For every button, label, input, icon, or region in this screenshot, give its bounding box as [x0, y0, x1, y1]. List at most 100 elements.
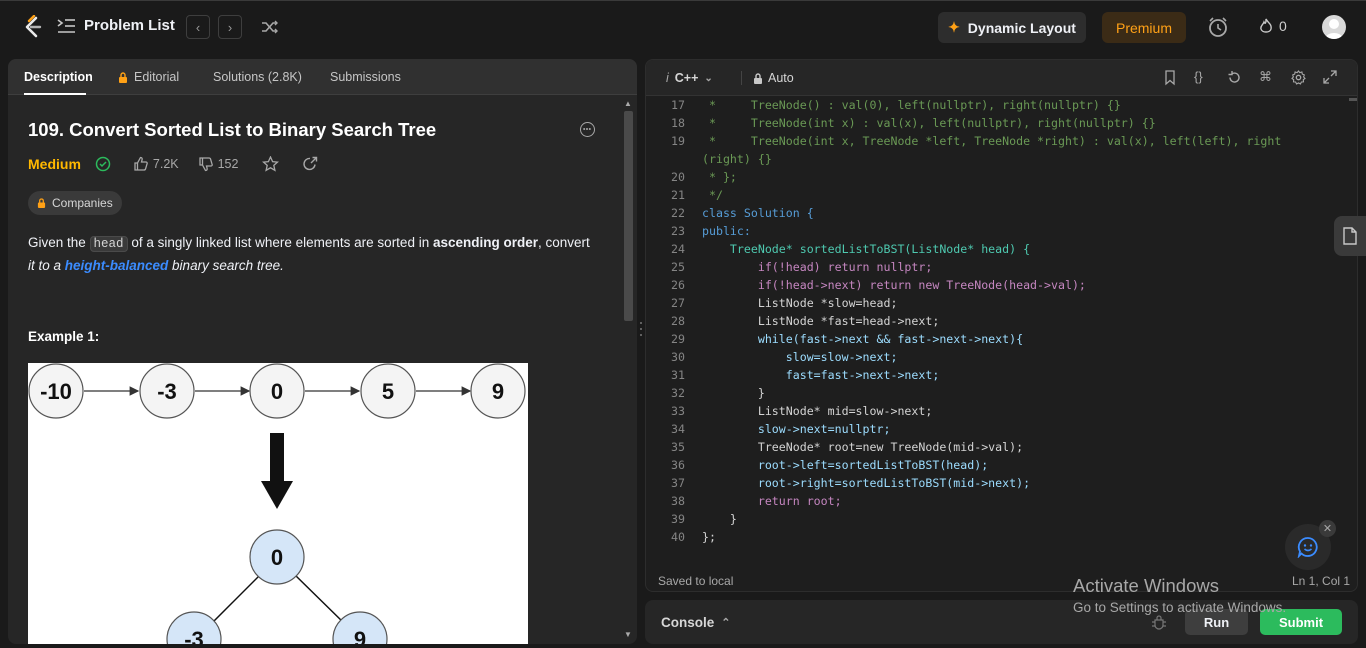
- tab-solutions[interactable]: Solutions (2.8K): [213, 70, 302, 84]
- tab-description[interactable]: Description: [24, 70, 93, 84]
- editor-scrollbar[interactable]: [1348, 96, 1357, 556]
- description-content: 109. Convert Sorted List to Binary Searc…: [8, 95, 620, 644]
- lock-icon: [37, 198, 46, 208]
- reset-icon[interactable]: [1227, 70, 1242, 85]
- line-text: ListNode *slow=head;: [702, 296, 898, 310]
- line-number: 34: [671, 422, 685, 436]
- leetcode-logo-icon[interactable]: [22, 15, 44, 39]
- line-text: class Solution {: [702, 206, 814, 220]
- language-label: C++: [674, 71, 699, 85]
- desc-text: , convert: [538, 235, 590, 250]
- notes-side-button[interactable]: [1334, 216, 1366, 256]
- solved-check-icon: [95, 156, 111, 172]
- code-line: 23 public:: [646, 222, 1346, 240]
- lock-icon: [119, 71, 127, 83]
- description-panel: Description Editorial Solutions (2.8K) S…: [8, 59, 637, 644]
- avatar[interactable]: [1322, 15, 1346, 39]
- editor-toolbar: i C++ ⌄ Auto {} ⌘: [646, 60, 1357, 96]
- prev-problem-button[interactable]: ‹: [186, 15, 210, 39]
- example-diagram: -10 -3 0 5 9 0 -3 9: [28, 363, 528, 644]
- tab-editorial-label: Editorial: [134, 70, 180, 84]
- code-line: 31 fast=fast->next->next;: [646, 366, 1346, 384]
- line-text: */: [702, 188, 723, 202]
- code-line: 18 * TreeNode(int x) : val(x), left(null…: [646, 114, 1346, 132]
- console-toggle[interactable]: Console ⌃: [661, 615, 730, 630]
- scroll-up-icon[interactable]: ▲: [624, 99, 632, 108]
- debug-icon[interactable]: [1151, 614, 1167, 630]
- description-scrollbar[interactable]: ▲ ▼: [622, 99, 635, 642]
- share-icon[interactable]: [302, 156, 318, 172]
- code-line: 29 while(fast->next && fast->next->next)…: [646, 330, 1346, 348]
- problem-list-link[interactable]: Problem List: [56, 17, 175, 34]
- code-area[interactable]: 17 * TreeNode() : val(0), left(nullptr),…: [646, 96, 1357, 556]
- line-text: fast=fast->next->next;: [702, 368, 940, 382]
- tree-node: -3: [166, 611, 222, 644]
- tab-submissions[interactable]: Submissions: [330, 70, 401, 84]
- chevron-right-icon: ›: [227, 19, 233, 35]
- code-line: 30 slow=slow->next;: [646, 348, 1346, 366]
- console-label: Console: [661, 615, 715, 630]
- list-node-value: 9: [492, 379, 504, 404]
- panel-resize-handle[interactable]: [638, 320, 644, 338]
- code-line: 34 slow->next=nullptr;: [646, 420, 1346, 438]
- expand-icon[interactable]: [1323, 70, 1337, 84]
- line-text: root->right=sortedListToBST(mid->next);: [702, 476, 1031, 490]
- inline-code: head: [89, 236, 128, 252]
- code-line: 17 * TreeNode() : val(0), left(nullptr),…: [646, 96, 1346, 114]
- chevron-left-icon: ‹: [195, 19, 201, 35]
- line-text: * TreeNode(int x) : val(x), left(nullptr…: [702, 116, 1156, 130]
- difficulty-badge: Medium: [28, 156, 81, 172]
- dislike-button[interactable]: 152: [198, 156, 238, 172]
- code-line: 33 ListNode* mid=slow->next;: [646, 402, 1346, 420]
- scrollbar-thumb[interactable]: [1349, 98, 1357, 101]
- line-text: TreeNode* root=new TreeNode(mid->val);: [702, 440, 1024, 454]
- example-heading: Example 1:: [28, 329, 100, 344]
- alarm-clock-icon[interactable]: [1207, 16, 1229, 38]
- line-number: 22: [671, 206, 685, 220]
- list-icon: [57, 18, 75, 33]
- companies-tag[interactable]: Companies: [28, 191, 122, 215]
- description-tabs: Description Editorial Solutions (2.8K) S…: [8, 59, 637, 95]
- companies-label: Companies: [52, 196, 113, 210]
- tab-editorial[interactable]: Editorial: [118, 70, 179, 84]
- streak-counter[interactable]: 0: [1259, 18, 1287, 34]
- list-node: 9: [470, 363, 526, 419]
- line-number: 17: [671, 98, 685, 112]
- shuffle-icon[interactable]: [261, 19, 279, 35]
- line-number: 19: [671, 134, 685, 148]
- thumbs-up-icon: [134, 156, 148, 171]
- line-text: (right) {}: [702, 152, 772, 166]
- auto-mode-toggle[interactable]: Auto: [753, 71, 794, 85]
- sparkle-icon: ✦: [948, 19, 960, 35]
- code-line: 28 ListNode *fast=head->next;: [646, 312, 1346, 330]
- code-line: 36 root->left=sortedListToBST(head);: [646, 456, 1346, 474]
- more-options-icon[interactable]: [580, 122, 595, 137]
- line-number: 31: [671, 368, 685, 382]
- desc-italic: binary search tree.: [168, 258, 284, 273]
- chevron-down-icon: ⌄: [704, 72, 713, 84]
- desc-italic: it to a: [28, 258, 65, 273]
- like-button[interactable]: 7.2K: [133, 156, 179, 172]
- dynamic-layout-button[interactable]: ✦ Dynamic Layout: [938, 12, 1086, 43]
- premium-button[interactable]: Premium: [1102, 12, 1186, 43]
- code-line: 24 TreeNode* sortedListToBST(ListNode* h…: [646, 240, 1346, 258]
- close-icon[interactable]: ✕: [1319, 520, 1336, 537]
- next-problem-button[interactable]: ›: [218, 15, 242, 39]
- format-braces-icon[interactable]: {}: [1194, 69, 1203, 84]
- code-line: 20 * };: [646, 168, 1346, 186]
- shortcuts-command-icon[interactable]: ⌘: [1259, 69, 1272, 85]
- tree-node-value: 0: [271, 545, 283, 570]
- star-icon[interactable]: [262, 156, 280, 172]
- scrollbar-thumb[interactable]: [624, 111, 633, 321]
- settings-gear-icon[interactable]: [1291, 70, 1306, 85]
- line-text: ListNode* mid=slow->next;: [702, 404, 933, 418]
- list-node: 0: [249, 363, 305, 419]
- height-balanced-link[interactable]: height-balanced: [65, 258, 169, 273]
- cursor-position: Ln 1, Col 1: [1292, 574, 1351, 588]
- divider: [741, 71, 742, 85]
- line-number: 40: [671, 530, 685, 544]
- code-line: 26 if(!head->next) return new TreeNode(h…: [646, 276, 1346, 294]
- language-selector[interactable]: i C++ ⌄: [666, 71, 713, 85]
- bookmark-icon[interactable]: [1164, 70, 1176, 86]
- scroll-down-icon[interactable]: ▼: [624, 630, 632, 639]
